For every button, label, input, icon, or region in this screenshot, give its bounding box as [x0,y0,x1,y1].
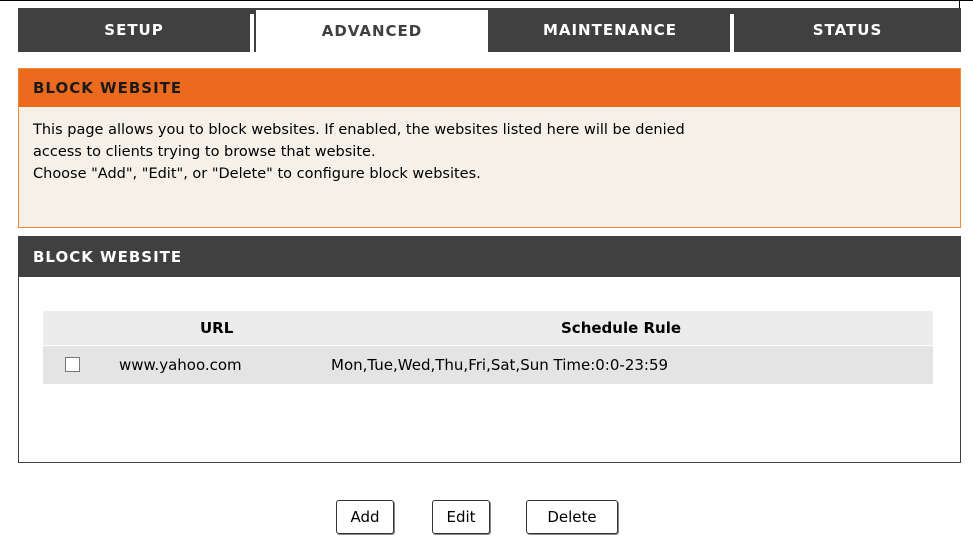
row-url: www.yahoo.com [119,356,242,374]
row-schedule: Mon,Tue,Wed,Thu,Fri,Sat,Sun Time:0:0-23:… [331,356,669,374]
block-website-list-panel: BLOCK WEBSITE URL Schedule Rule www.yaho… [18,236,961,463]
block-website-table: URL Schedule Rule www.yahoo.com Mon,Tue,… [43,311,933,384]
top-rule [0,0,973,1]
tab-advanced[interactable]: ADVANCED [254,8,490,52]
tab-status[interactable]: STATUS [734,8,961,52]
info-panel-title: BLOCK WEBSITE [19,69,960,107]
list-panel-title: BLOCK WEBSITE [19,237,960,277]
tab-maintenance[interactable]: MAINTENANCE [490,8,730,52]
edit-button[interactable]: Edit [432,500,490,534]
column-header-schedule: Schedule Rule [561,319,682,337]
column-header-url: URL [200,319,234,337]
delete-button[interactable]: Delete [526,500,618,534]
table-row: www.yahoo.com Mon,Tue,Wed,Thu,Fri,Sat,Su… [43,345,933,384]
info-panel-description: This page allows you to block websites. … [19,107,960,185]
table-header: URL Schedule Rule [43,311,933,345]
tab-bar: SETUP ADVANCED MAINTENANCE STATUS [18,8,961,52]
description-line: Choose "Add", "Edit", or "Delete" to con… [33,166,481,182]
description-line: This page allows you to block websites. … [33,122,685,138]
row-checkbox[interactable] [65,357,80,372]
add-button[interactable]: Add [336,500,394,534]
tab-setup[interactable]: SETUP [18,8,250,52]
description-line: access to clients trying to browse that … [33,144,376,160]
info-panel: BLOCK WEBSITE This page allows you to bl… [18,68,961,228]
